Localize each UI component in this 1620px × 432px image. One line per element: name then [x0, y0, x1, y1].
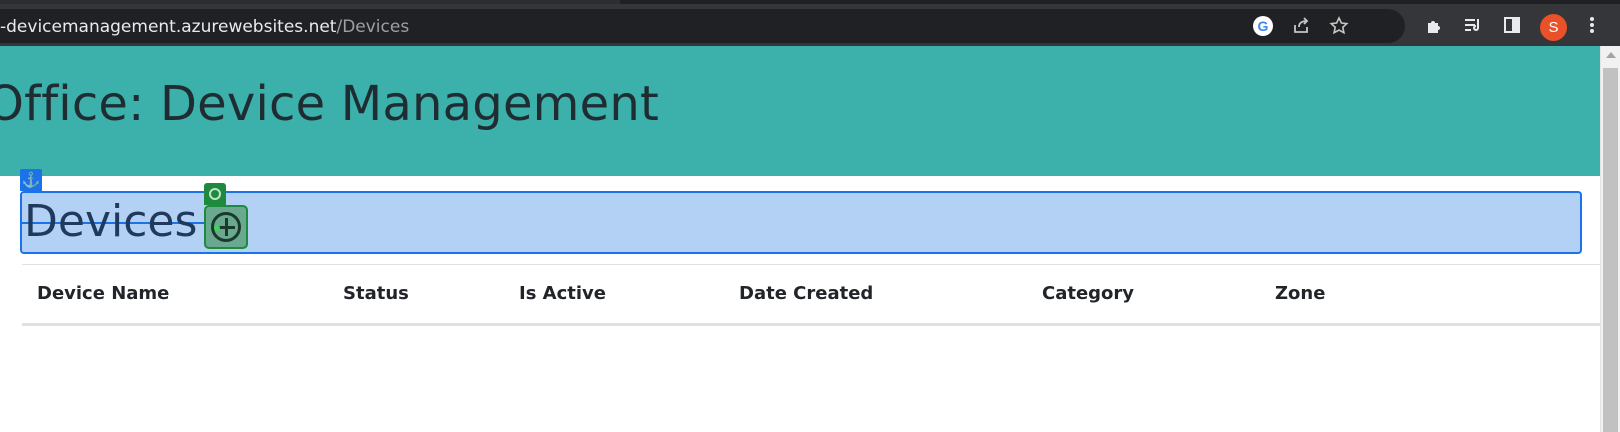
vertical-scrollbar[interactable] — [1600, 46, 1620, 432]
media-control-icon[interactable] — [1461, 13, 1485, 37]
column-header-category: Category — [1042, 283, 1135, 304]
column-header-is-active: Is Active — [519, 283, 606, 304]
star-icon[interactable] — [1328, 15, 1350, 37]
selected-section-highlight[interactable] — [20, 191, 1582, 254]
scroll-up-arrow-icon[interactable] — [1606, 52, 1616, 58]
url-text[interactable]: -devicemanagement.azurewebsites.net/Devi… — [0, 17, 409, 37]
profile-avatar[interactable]: S — [1540, 14, 1567, 41]
page-title: d Office: Device Management — [0, 76, 660, 132]
section-heading: Devices — [24, 196, 198, 247]
side-panel-icon[interactable] — [1500, 13, 1524, 37]
header-banner: d Office: Device Management — [0, 46, 1600, 176]
address-bar[interactable]: -devicemanagement.azurewebsites.net/Devi… — [0, 9, 1405, 43]
anchor-icon[interactable]: ⚓ — [20, 169, 42, 191]
add-device-button[interactable] — [204, 205, 248, 249]
table-header-border — [22, 323, 1600, 326]
scrollbar-thumb[interactable] — [1603, 68, 1618, 432]
column-header-zone: Zone — [1275, 283, 1326, 304]
extensions-icon[interactable] — [1423, 13, 1447, 37]
menu-icon[interactable] — [1580, 13, 1604, 37]
google-icon[interactable]: G — [1252, 15, 1274, 37]
cursor-dot — [214, 225, 220, 231]
share-icon[interactable] — [1290, 15, 1312, 37]
column-header-device-name: Device Name — [37, 283, 170, 304]
url-host: -devicemanagement.azurewebsites.net — [0, 17, 337, 37]
column-header-status: Status — [343, 283, 409, 304]
target-icon[interactable] — [204, 183, 226, 205]
page-content: d Office: Device Management ⚓ Devices De… — [0, 46, 1600, 432]
table-header-row: Device Name Status Is Active Date Create… — [22, 265, 1600, 323]
column-header-date-created: Date Created — [739, 283, 874, 304]
browser-toolbar: -devicemanagement.azurewebsites.net/Devi… — [0, 4, 1620, 46]
url-path: /Devices — [336, 17, 410, 37]
